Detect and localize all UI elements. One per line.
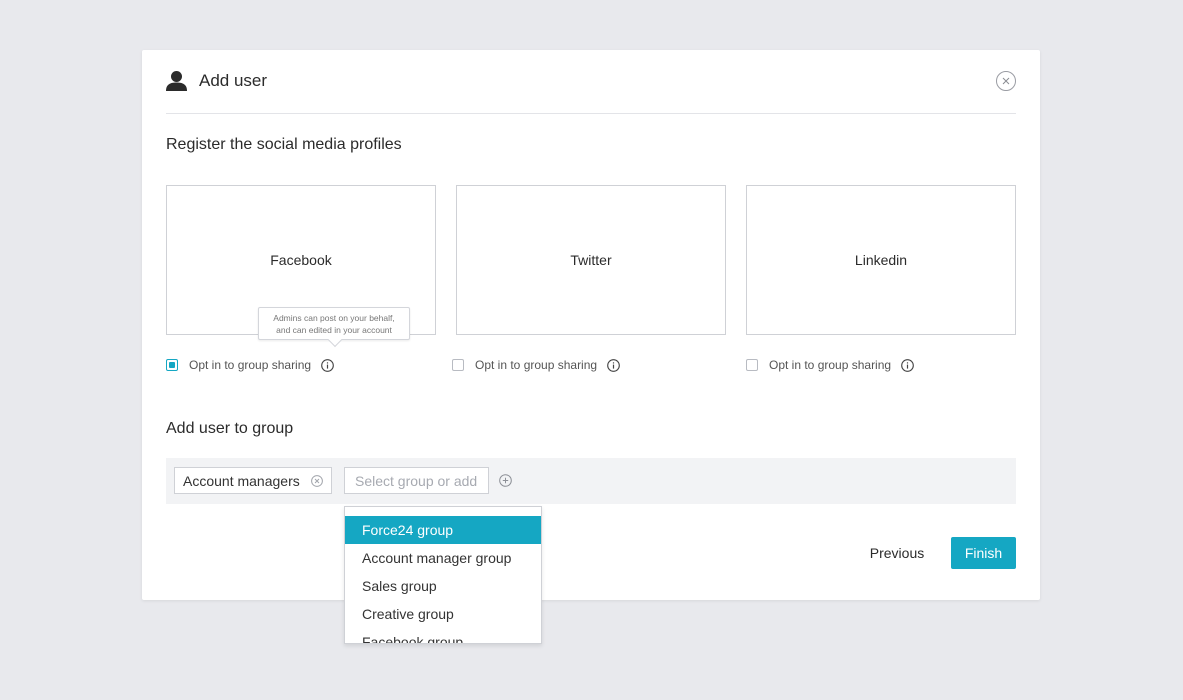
dropdown-option[interactable]: Creative group [345,600,541,628]
group-search-input[interactable] [344,467,489,494]
info-icon[interactable] [321,358,334,372]
dropdown-option[interactable]: Facebook group [345,628,541,643]
social-profiles-heading: Register the social media profiles [166,136,402,153]
twitter-optin: Opt in to group sharing [452,358,620,372]
close-icon[interactable] [996,71,1016,91]
linkedin-optin: Opt in to group sharing [746,358,914,372]
modal-header: Add user [166,50,1016,114]
dropdown-option[interactable]: Account manager group [345,544,541,572]
plus-circle-icon[interactable] [499,474,512,487]
previous-button[interactable]: Previous [859,537,935,569]
facebook-optin: Opt in to group sharing [166,358,334,372]
facebook-profile-label: Facebook [270,252,332,268]
facebook-optin-checkbox[interactable] [166,359,178,371]
group-chip-label: Account managers [183,472,300,489]
dropdown-option[interactable]: Sales group [345,572,541,600]
linkedin-optin-checkbox[interactable] [746,359,758,371]
twitter-profile-label: Twitter [570,252,612,268]
info-icon[interactable] [607,358,620,372]
modal-title: Add user [199,71,268,90]
add-to-group-heading: Add user to group [166,420,294,437]
add-user-modal: Add user Register the social media profi… [142,50,1040,600]
optin-tooltip: Admins can post on your behalf, and can … [258,307,410,348]
facebook-optin-label: Opt in to group sharing [189,358,312,372]
remove-chip-icon[interactable] [311,475,323,487]
dropdown-option[interactable]: Force24 group [345,516,541,544]
group-selector: Account managers [166,458,1016,504]
group-chip: Account managers [174,467,332,494]
tooltip-line-1: Admins can post on your behalf, [273,313,395,323]
info-icon[interactable] [901,358,914,372]
user-icon [166,71,187,91]
linkedin-profile-card[interactable]: Linkedin [746,185,1016,335]
group-dropdown: Force24 group Account manager group Sale… [344,506,542,644]
twitter-optin-label: Opt in to group sharing [475,358,598,372]
twitter-optin-checkbox[interactable] [452,359,464,371]
linkedin-profile-label: Linkedin [854,252,908,268]
finish-button[interactable]: Finish [951,537,1016,569]
linkedin-optin-label: Opt in to group sharing [769,358,892,372]
twitter-profile-card[interactable]: Twitter [456,185,726,335]
